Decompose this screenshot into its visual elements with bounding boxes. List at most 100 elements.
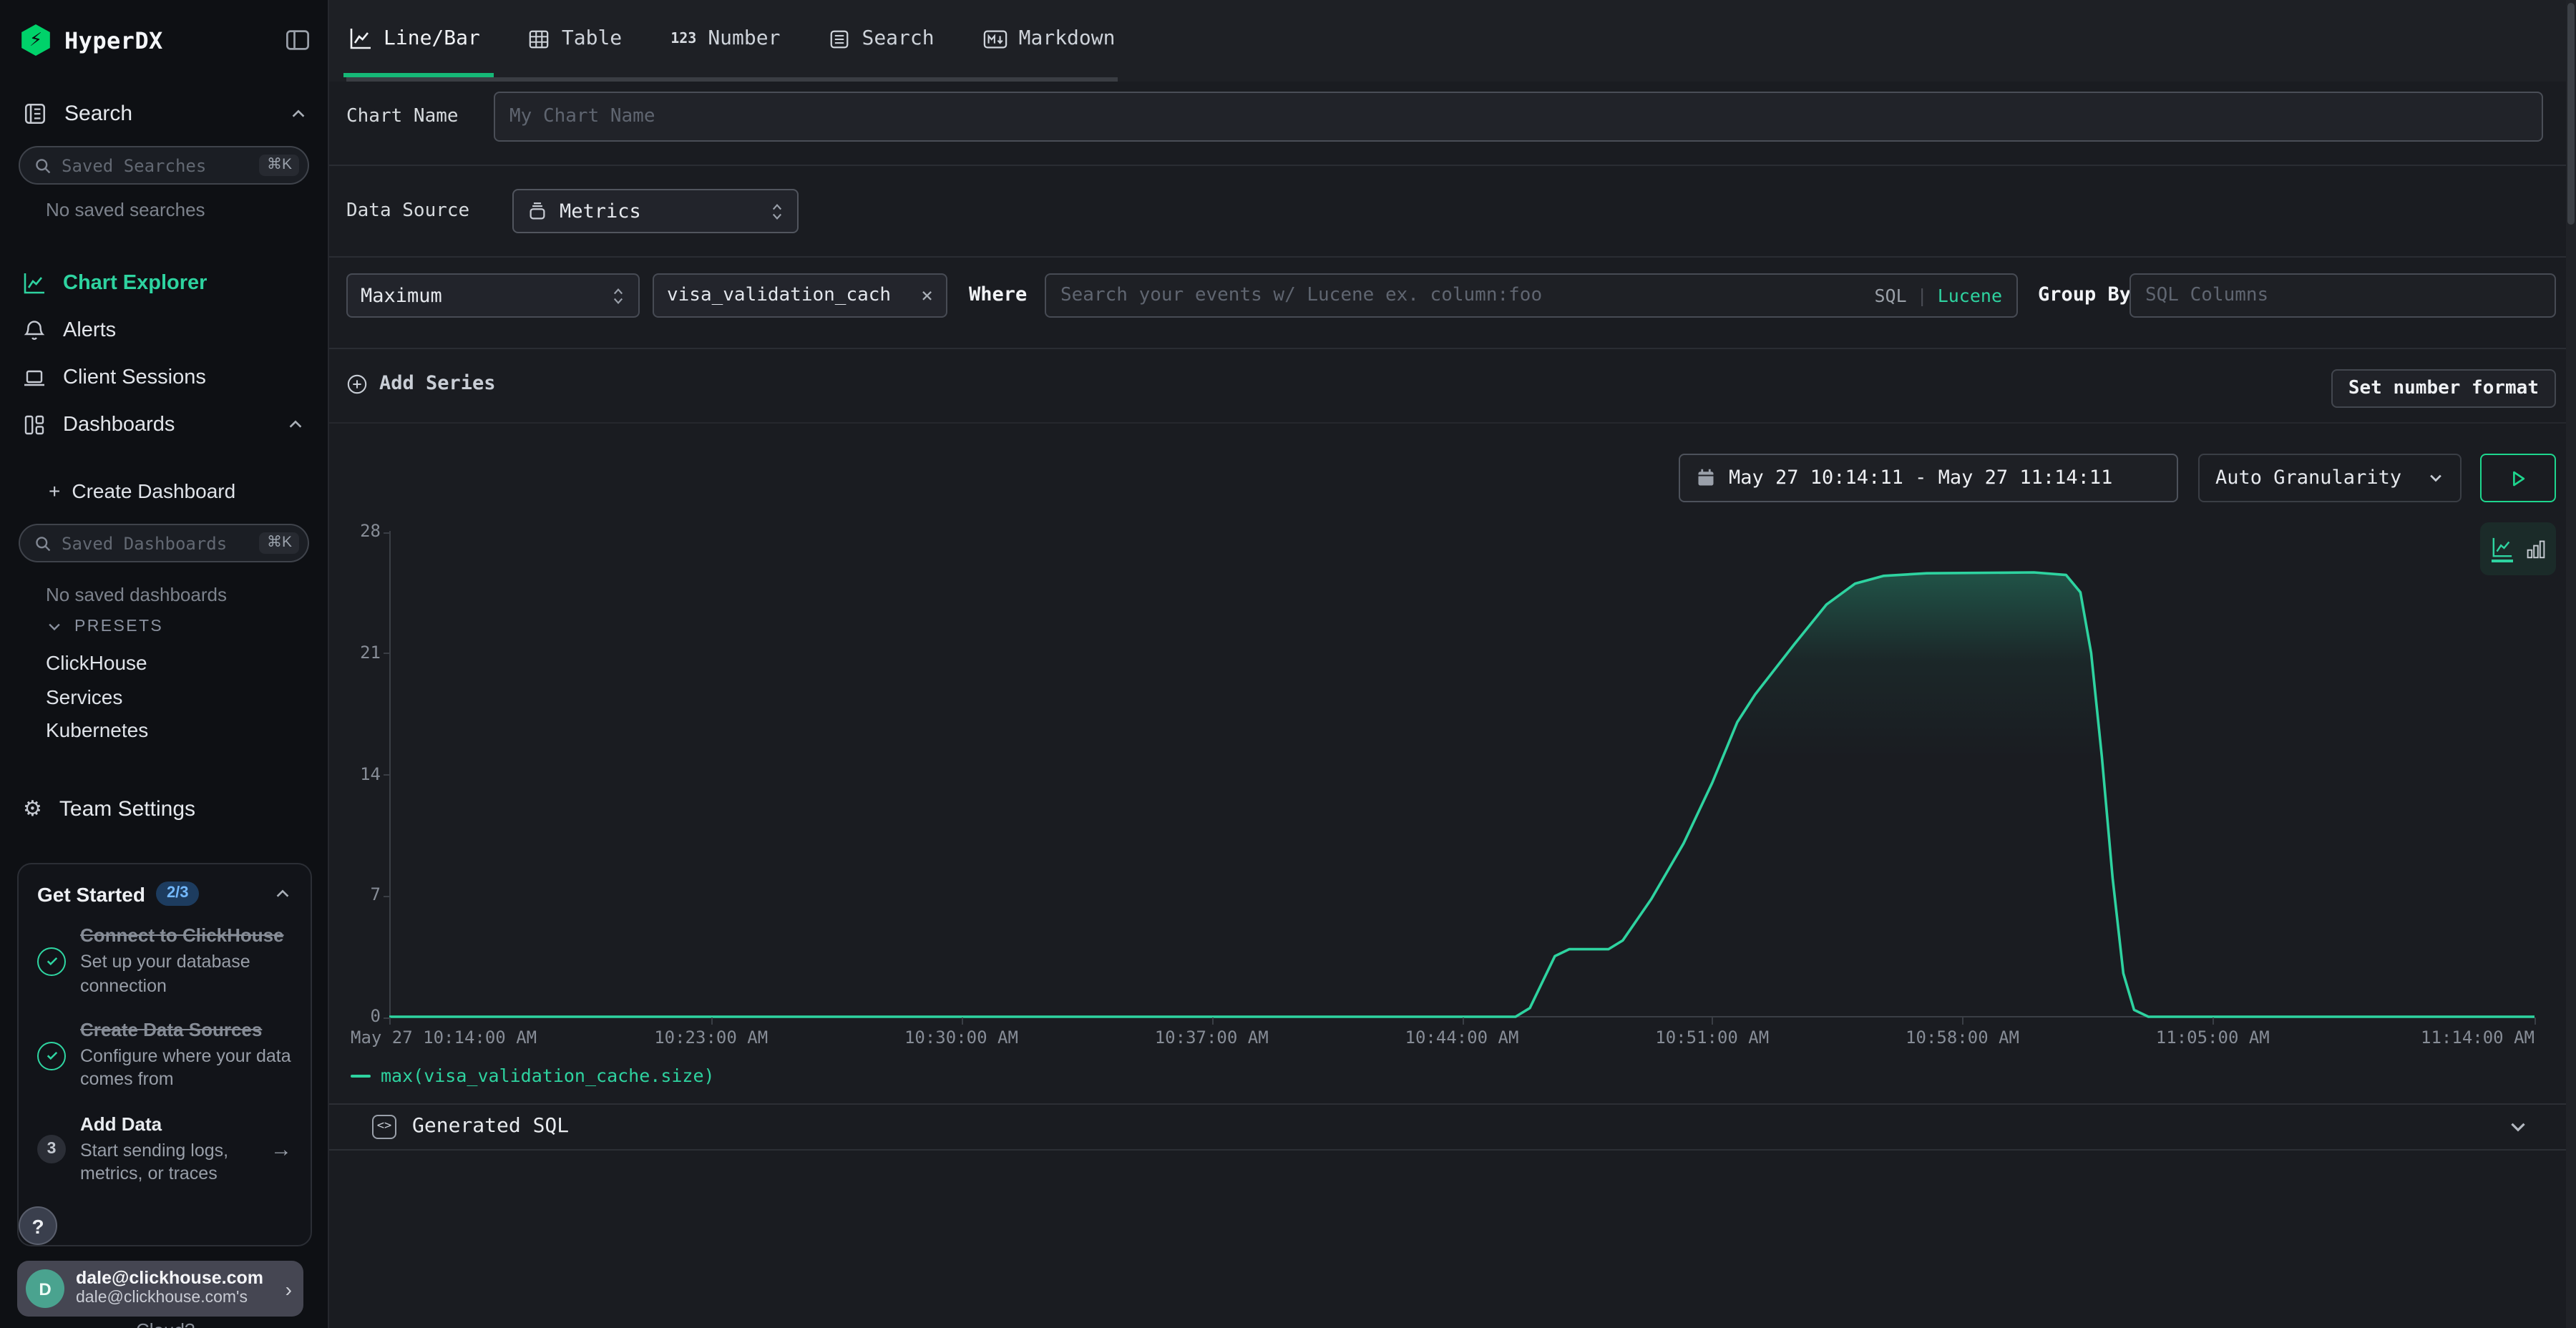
- saved-searches-field[interactable]: [62, 155, 250, 175]
- y-tick-label: 0: [338, 1006, 381, 1026]
- tab-markdown[interactable]: Markdown: [980, 0, 1118, 77]
- y-tick-mark: [384, 532, 389, 533]
- legend-item[interactable]: max(visa_validation_cache.size): [351, 1065, 715, 1086]
- run-query-button[interactable]: [2480, 454, 2556, 502]
- x-tick-label: 11:05:00 AM: [2156, 1027, 2270, 1048]
- aggregation-select[interactable]: Maximum: [346, 273, 640, 318]
- collapse-sidebar-icon[interactable]: [285, 27, 311, 53]
- y-tick-mark: [384, 774, 389, 776]
- timeseries-chart: [389, 531, 2534, 1020]
- remove-metric-icon[interactable]: ×: [921, 284, 933, 307]
- chevron-up-icon: [289, 104, 308, 122]
- nav-label: Chart Explorer: [63, 271, 207, 294]
- help-button[interactable]: ?: [19, 1206, 57, 1245]
- y-tick-label: 21: [338, 643, 381, 663]
- where-field[interactable]: [1060, 285, 1863, 306]
- markdown-tab-icon: [983, 28, 1008, 49]
- y-tick-mark: [384, 896, 389, 897]
- series-toolbar-row: Add Series Set number format: [329, 369, 2576, 412]
- preset-item-kubernetes[interactable]: Kubernetes: [46, 718, 148, 741]
- y-tick-label: 7: [338, 885, 381, 905]
- get-started-item-title: Connect to ClickHouse: [80, 924, 292, 949]
- tab-label: Table: [562, 27, 622, 50]
- set-number-format-button[interactable]: Set number format: [2331, 369, 2556, 408]
- dashboard-grid-icon: [23, 413, 46, 436]
- series-row: Maximum visa_validation_cach × Where SQL…: [329, 273, 2576, 318]
- x-tick-mark: [1211, 1017, 1213, 1025]
- saved-dashboards-field[interactable]: [62, 533, 250, 553]
- granularity-select[interactable]: Auto Granularity: [2198, 454, 2462, 502]
- sidebar-item-client-sessions[interactable]: Client Sessions: [0, 353, 328, 401]
- presets-toggle[interactable]: PRESETS: [46, 618, 163, 635]
- group-by-field[interactable]: [2145, 285, 2540, 306]
- generated-sql-label: Generated SQL: [412, 1115, 2492, 1138]
- sidebar-item-dashboards[interactable]: Dashboards: [0, 401, 328, 448]
- plus-icon: +: [49, 479, 60, 502]
- cmdk-shortcut-badge: ⌘K: [260, 155, 299, 176]
- chart-name-field[interactable]: [509, 106, 2527, 127]
- lucene-mode-option[interactable]: Lucene: [1938, 285, 2002, 306]
- preset-item-clickhouse[interactable]: ClickHouse: [46, 651, 147, 674]
- metric-chip[interactable]: visa_validation_cach ×: [653, 273, 947, 318]
- tab-line-bar[interactable]: Line/Bar: [346, 0, 483, 77]
- add-series-button[interactable]: Add Series: [346, 372, 496, 395]
- add-series-label: Add Series: [379, 372, 496, 395]
- chevron-up-icon: [286, 415, 305, 434]
- sidebar-item-chart-explorer[interactable]: Chart Explorer: [0, 259, 328, 306]
- main-scrollbar[interactable]: [2566, 0, 2576, 1328]
- check-circle-icon: [37, 1041, 66, 1070]
- get-started-items: Connect to ClickHouseSet up your databas…: [37, 924, 292, 1186]
- x-tick-mark: [1462, 1017, 1463, 1025]
- granularity-value: Auto Granularity: [2215, 467, 2413, 489]
- number-123-icon: 123: [670, 31, 696, 47]
- saved-searches-input[interactable]: ⌘K: [19, 146, 309, 185]
- chevron-right-icon: ›: [286, 1277, 292, 1300]
- get-started-item-title: Add Data: [80, 1113, 256, 1138]
- scrollbar-thumb[interactable]: [2567, 3, 2575, 225]
- laptop-icon: [23, 366, 46, 389]
- data-source-select[interactable]: Metrics: [512, 189, 799, 233]
- chart-name-label: Chart Name: [346, 92, 459, 142]
- time-controls-row: May 27 10:14:11 - May 27 11:14:11 Auto G…: [329, 454, 2576, 502]
- chart-name-input[interactable]: [494, 92, 2543, 142]
- generated-sql-toggle[interactable]: <> Generated SQL: [329, 1103, 2576, 1149]
- aggregation-value: Maximum: [361, 284, 442, 307]
- tab-number[interactable]: 123 Number: [668, 0, 783, 77]
- preset-item-services[interactable]: Services: [46, 685, 122, 708]
- metric-chip-label: visa_validation_cach: [667, 285, 909, 306]
- date-range-picker[interactable]: May 27 10:14:11 - May 27 11:14:11: [1679, 454, 2178, 502]
- chevron-up-icon[interactable]: [273, 884, 292, 903]
- table-tab-icon: [529, 28, 550, 49]
- sidebar-item-team-settings[interactable]: ⚙ Team Settings: [23, 790, 308, 827]
- nav-label: Client Sessions: [63, 366, 206, 389]
- logo-row: ⚡ HyperDX: [20, 20, 311, 60]
- get-started-item[interactable]: Create Data SourcesConfigure where your …: [37, 1019, 292, 1092]
- sidebar-item-alerts[interactable]: Alerts: [0, 306, 328, 353]
- where-input[interactable]: SQL | Lucene: [1045, 273, 2018, 318]
- create-dashboard-button[interactable]: + Create Dashboard: [49, 479, 235, 502]
- hyperdx-logo-icon: ⚡: [20, 24, 52, 56]
- x-tick-label: 10:23:00 AM: [654, 1027, 768, 1048]
- saved-dashboards-input[interactable]: ⌘K: [19, 524, 309, 562]
- get-started-item[interactable]: Connect to ClickHouseSet up your databas…: [37, 924, 292, 997]
- tab-search[interactable]: Search: [826, 0, 937, 77]
- nav-label: Dashboards: [63, 413, 175, 436]
- search-section-label: Search: [64, 101, 132, 125]
- sidebar-section-search[interactable]: Search: [23, 94, 308, 132]
- database-icon: [527, 200, 548, 222]
- get-started-item[interactable]: 3Add DataStart sending logs, metrics, or…: [37, 1113, 292, 1186]
- tab-label: Markdown: [1019, 27, 1116, 50]
- series-line: [389, 572, 2534, 1017]
- tab-table[interactable]: Table: [526, 0, 625, 77]
- date-range-value: May 27 10:14:11 - May 27 11:14:11: [1729, 467, 2112, 489]
- legend-label: max(visa_validation_cache.size): [381, 1065, 715, 1086]
- user-menu[interactable]: D dale@clickhouse.com dale@clickhouse.co…: [17, 1261, 303, 1317]
- group-by-input[interactable]: [2129, 273, 2556, 318]
- data-source-row: Data Source Metrics: [329, 189, 2576, 233]
- main-content: Line/Bar Table 123 Number: [329, 0, 2576, 1328]
- sql-mode-option[interactable]: SQL: [1874, 285, 1906, 306]
- series-area: [389, 572, 2534, 1017]
- y-tick-label: 28: [338, 521, 381, 541]
- get-started-title: Get Started: [37, 882, 145, 905]
- x-tick-label: 10:30:00 AM: [904, 1027, 1018, 1048]
